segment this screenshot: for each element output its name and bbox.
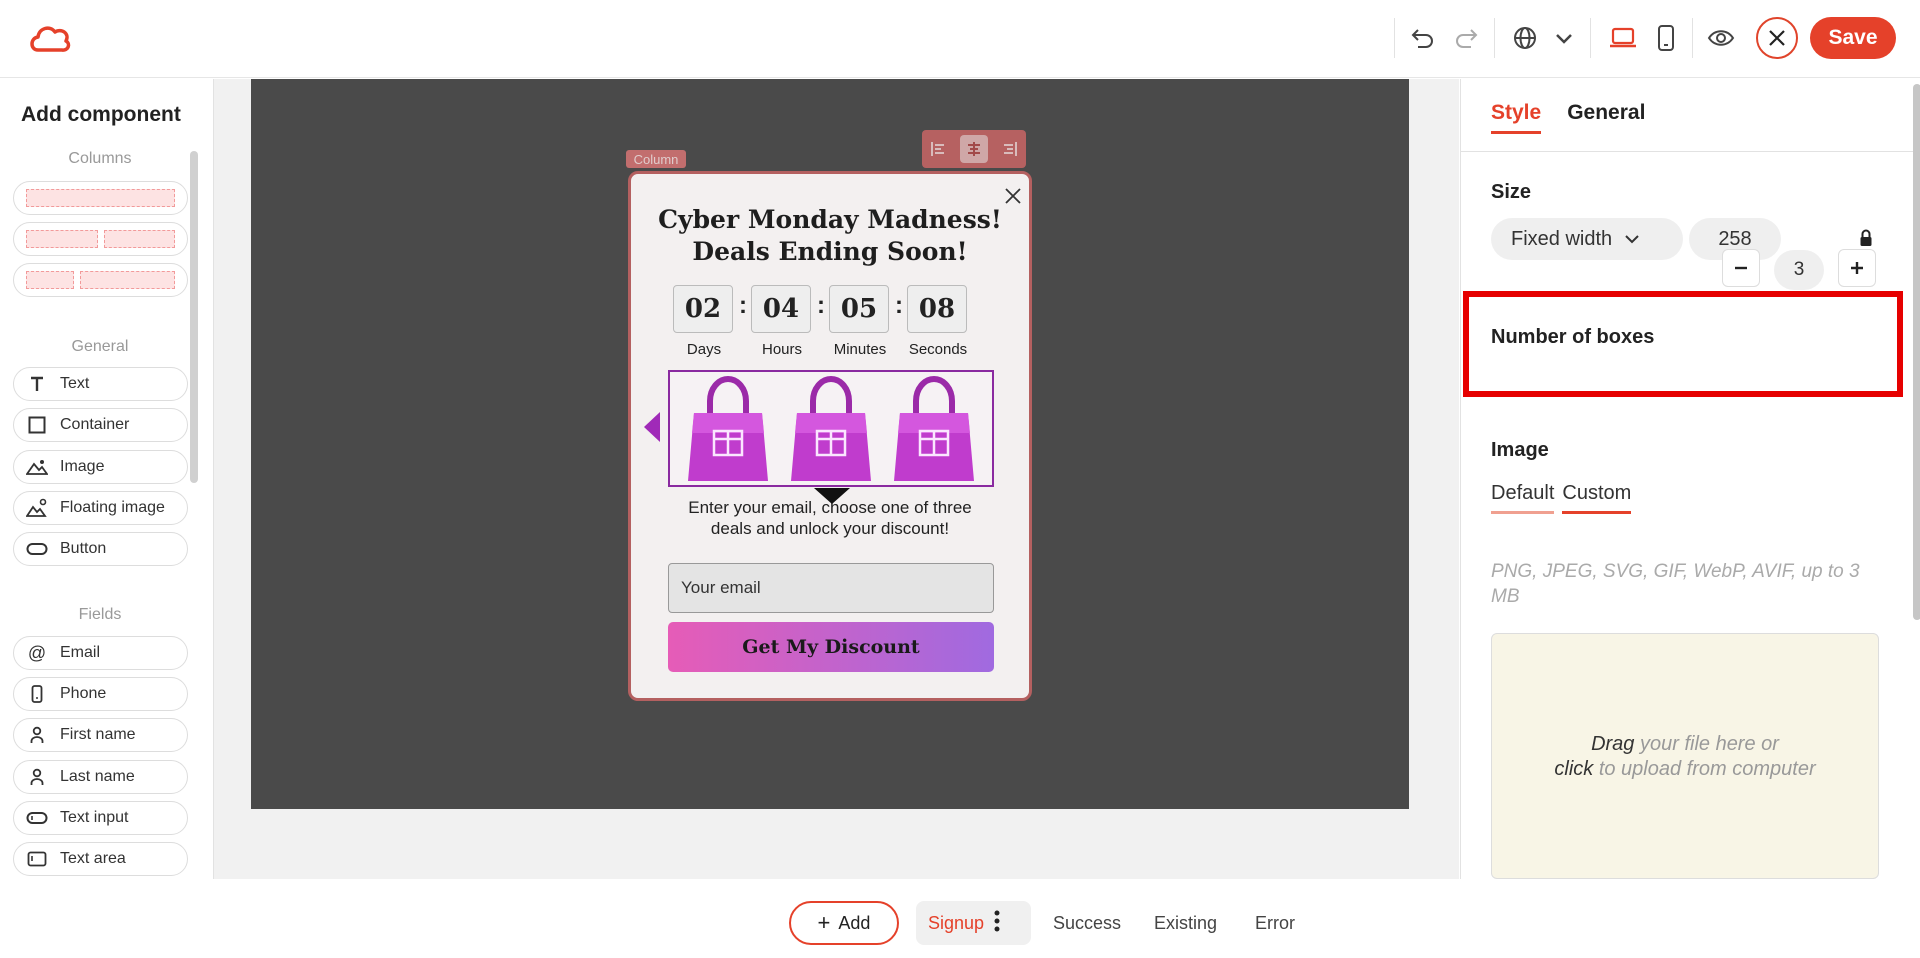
image-boxes[interactable]: [668, 370, 994, 487]
timer-days-value: 02: [673, 285, 733, 333]
floating-image-icon: [26, 498, 48, 518]
component-panel: Add component Columns General Text Conta…: [0, 79, 214, 879]
left-panel-scrollbar[interactable]: [190, 151, 198, 483]
text-area-field-component[interactable]: Text area: [13, 842, 188, 876]
timer-seconds-label: Seconds: [908, 341, 968, 358]
shopping-bag-image[interactable]: [680, 373, 776, 485]
image-component[interactable]: Image: [13, 450, 188, 484]
floating-image-component[interactable]: Floating image: [13, 491, 188, 525]
save-button[interactable]: Save: [1810, 17, 1896, 59]
step-bar: + Add Signup Success Existing Error: [428, 887, 1673, 958]
shopping-bag-image[interactable]: [886, 373, 982, 485]
columns-section-label: Columns: [68, 150, 132, 167]
boxes-count-value[interactable]: 3: [1774, 250, 1824, 290]
add-step-button[interactable]: + Add: [789, 901, 899, 945]
image-dropzone[interactable]: Drag your file here or click to upload f…: [1491, 633, 1879, 879]
more-options-icon[interactable]: [994, 910, 1000, 937]
step-error[interactable]: Error: [1255, 901, 1295, 945]
globe-icon[interactable]: [1509, 22, 1541, 54]
align-right-icon[interactable]: [995, 135, 1023, 163]
get-discount-button[interactable]: Get My Discount: [668, 622, 994, 672]
size-label: Size: [1491, 181, 1532, 203]
first-name-field-component[interactable]: First name: [13, 718, 188, 752]
email-field-component[interactable]: @ Email: [13, 636, 188, 670]
plus-icon: +: [817, 910, 831, 935]
align-left-icon[interactable]: [925, 135, 953, 163]
timer-minutes-label: Minutes: [833, 341, 887, 358]
shopping-bag-image[interactable]: [783, 373, 879, 485]
tab-general[interactable]: General: [1567, 101, 1645, 134]
popup-title[interactable]: Cyber Monday Madness! Deals Ending Soon!: [631, 204, 1029, 268]
step-success[interactable]: Success: [1053, 901, 1121, 945]
properties-panel: Style General Size Fixed width 258 Numbe…: [1460, 79, 1920, 879]
number-of-boxes-label: Number of boxes: [1491, 326, 1655, 348]
text-area-icon: [26, 849, 48, 869]
move-left-handle-icon[interactable]: [640, 410, 662, 449]
at-icon: @: [27, 642, 47, 663]
mobile-view-icon[interactable]: [1650, 22, 1682, 54]
timer-minutes-value: 05: [829, 285, 889, 333]
decrease-boxes-button[interactable]: [1722, 249, 1760, 287]
align-center-icon[interactable]: [959, 135, 988, 163]
text-input-icon: [26, 808, 48, 828]
preview-eye-icon[interactable]: [1705, 22, 1737, 54]
size-mode-select[interactable]: Fixed width: [1491, 218, 1683, 260]
close-editor-button[interactable]: [1756, 17, 1798, 59]
image-tab-default[interactable]: Default: [1491, 482, 1555, 514]
person-icon: [26, 725, 48, 745]
minus-icon: [1735, 266, 1747, 270]
timer-days-label: Days: [686, 341, 722, 358]
countdown-timer[interactable]: 02 Days : 04 Hours : 05 Minutes : 08 Seconds: [673, 285, 969, 358]
desktop-view-icon[interactable]: [1607, 22, 1639, 54]
right-panel-scrollbar[interactable]: [1913, 84, 1920, 620]
popup-email-input[interactable]: Your email: [668, 563, 994, 613]
undo-icon[interactable]: [1407, 22, 1439, 54]
text-component[interactable]: Text: [13, 367, 188, 401]
timer-seconds-value: 08: [907, 285, 967, 333]
button-icon: [26, 539, 48, 559]
phone-field-component[interactable]: Phone: [13, 677, 188, 711]
alignment-toolbar: [922, 130, 1026, 168]
general-section-label: General: [71, 338, 129, 355]
container-icon: [26, 415, 48, 435]
move-down-handle-icon[interactable]: [812, 486, 852, 511]
column-badge[interactable]: Column: [626, 150, 686, 168]
two-column-uneven-option[interactable]: [13, 263, 188, 297]
logo-icon: [28, 22, 72, 61]
top-bar: Save: [0, 0, 1920, 78]
step-existing[interactable]: Existing: [1154, 901, 1217, 945]
image-icon: [26, 457, 48, 477]
close-icon: [1769, 30, 1785, 46]
chevron-down-icon[interactable]: [1548, 22, 1580, 54]
person-icon: [26, 767, 48, 787]
last-name-field-component[interactable]: Last name: [13, 760, 188, 794]
tab-style[interactable]: Style: [1491, 101, 1542, 134]
button-component[interactable]: Button: [13, 532, 188, 566]
file-type-hint: PNG, JPEG, SVG, GIF, WebP, AVIF, up to 3…: [1491, 561, 1860, 607]
container-component[interactable]: Container: [13, 408, 188, 442]
image-label: Image: [1491, 439, 1549, 461]
redo-icon[interactable]: [1450, 22, 1482, 54]
two-column-option[interactable]: [13, 222, 188, 256]
plus-icon: [1851, 262, 1863, 274]
timer-hours-label: Hours: [761, 341, 802, 358]
step-signup[interactable]: Signup: [916, 901, 1031, 945]
increase-boxes-button[interactable]: [1838, 249, 1876, 287]
one-column-option[interactable]: [13, 181, 188, 215]
fields-section-label: Fields: [78, 606, 122, 623]
chevron-down-icon: [1625, 235, 1639, 244]
timer-hours-value: 04: [751, 285, 811, 333]
image-tab-custom[interactable]: Custom: [1562, 482, 1632, 514]
popup-preview[interactable]: Cyber Monday Madness! Deals Ending Soon!…: [628, 171, 1032, 701]
text-input-field-component[interactable]: Text input: [13, 801, 188, 835]
panel-title: Add component: [21, 103, 181, 126]
text-icon: [26, 374, 48, 394]
phone-icon: [26, 684, 48, 704]
